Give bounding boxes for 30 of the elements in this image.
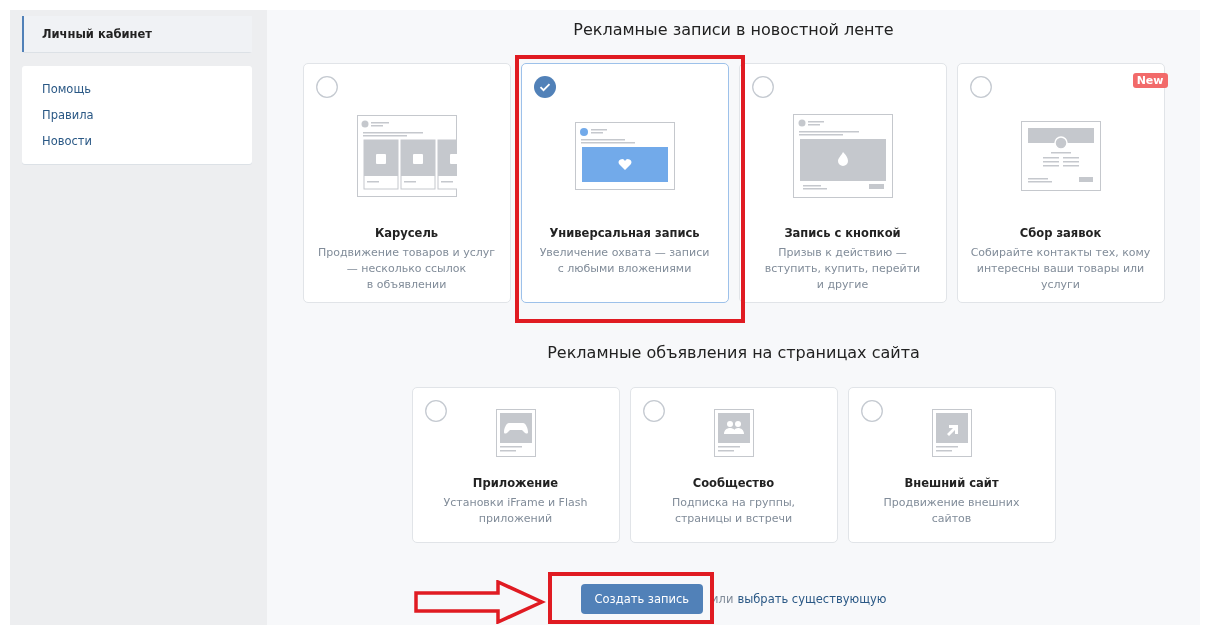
choose-existing-link[interactable]: выбрать существующую: [737, 592, 887, 606]
card-description: Продвижение товаров и услуг — несколько ссылок в объявлении: [317, 245, 496, 293]
sidebar-item[interactable]: Личный кабинет: [22, 16, 252, 52]
ad-format-card[interactable]: Внешний сайт Продвижение внешних сайтов: [847, 387, 1056, 543]
ad-format-card[interactable]: Универсальная запись Увеличение охвата — записи с любыми вложениями: [520, 63, 729, 303]
new-badge: New: [1132, 73, 1168, 88]
ad-format-card[interactable]: New Сбор заявок Собирайте контакты тех, кому интересны ваши товары или услуги: [956, 63, 1165, 303]
card-title: Сообщество: [692, 476, 775, 490]
card-title: Приложение: [472, 476, 559, 490]
ad-format-card[interactable]: Приложение Установки iFrame и Flash приложений: [411, 387, 620, 543]
card-title: Сбор заявок: [1019, 226, 1102, 240]
section-title: Рекламные объявления на страницах сайта: [547, 343, 920, 362]
card-description: Подписка на группы, страницы и встречи: [671, 495, 796, 527]
card-description: Продвижение внешних сайтов: [883, 495, 1020, 527]
card-title: Запись с кнопкой: [784, 226, 901, 240]
card-description: Призыв к действию — вступить, купить, перейти и другие: [764, 245, 921, 293]
card-title: Универсальная запись: [549, 226, 700, 240]
card-description: Увеличение охвата — записи с любыми вложениями: [539, 245, 710, 277]
ad-format-card[interactable]: Сообщество Подписка на группы, страницы и встречи: [629, 387, 838, 543]
create-post-button[interactable]: Создать запись: [580, 584, 704, 614]
sidebar-link[interactable]: Новости: [22, 128, 252, 154]
ad-format-card[interactable]: Запись с кнопкой Призыв к действию — вступить, купить, перейти и другие: [738, 63, 947, 303]
card-title: Карусель: [374, 226, 439, 240]
card-description: Установки iFrame и Flash приложений: [443, 495, 588, 527]
sidebar-link[interactable]: Помощь: [22, 76, 252, 102]
section-title: Рекламные записи в новостной ленте: [573, 20, 894, 39]
ad-format-card[interactable]: Карусель Продвижение товаров и услуг — несколько ссылок в объявлении: [302, 63, 511, 303]
card-title: Внешний сайт: [904, 476, 999, 490]
card-description: Собирайте контакты тех, кому интересны ваши товары или услуги: [970, 245, 1151, 293]
sidebar-link[interactable]: Правила: [22, 102, 252, 128]
